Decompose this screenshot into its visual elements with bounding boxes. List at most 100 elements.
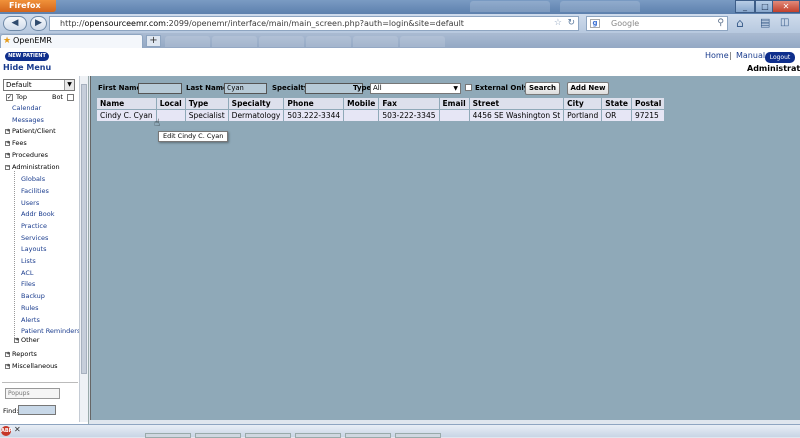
- tree-guide-line: [14, 171, 15, 338]
- sidebar-item-alerts[interactable]: Alerts: [21, 316, 40, 324]
- sidebar-item-facilities[interactable]: Facilities: [21, 187, 49, 195]
- back-button[interactable]: ◀: [3, 16, 27, 31]
- google-icon[interactable]: g: [590, 19, 600, 28]
- cell-name[interactable]: Cindy C. Cyan: [96, 109, 157, 122]
- cell-phone[interactable]: 503.222-3344: [283, 109, 345, 122]
- cell-specialty[interactable]: Dermatology: [227, 109, 285, 122]
- external-only-checkbox[interactable]: [465, 84, 472, 91]
- forward-button[interactable]: ▶: [30, 16, 47, 31]
- browser-titlebar: Firefox _ □ ✕: [0, 0, 800, 14]
- firefox-menu-button[interactable]: Firefox: [0, 0, 56, 12]
- column-header: City: [563, 97, 603, 110]
- sidebar-item-addr-book[interactable]: Addr Book: [21, 210, 55, 218]
- column-header: Phone: [283, 97, 345, 110]
- background-tab: [353, 36, 398, 47]
- reload-icon[interactable]: ↻: [567, 17, 575, 30]
- sidebar-item-administration[interactable]: Administration: [12, 163, 60, 171]
- sidebar-item-miscellaneous[interactable]: Miscellaneous: [12, 362, 58, 370]
- last-name-input[interactable]: Cyan: [224, 83, 267, 94]
- collapse-icon[interactable]: −: [5, 165, 10, 170]
- sidebar-item-globals[interactable]: Globals: [21, 175, 45, 183]
- cell-fax[interactable]: 503-222-3345: [378, 109, 440, 122]
- header-separator: |: [729, 51, 732, 60]
- bot-label: Bot: [52, 93, 63, 101]
- sidebar-item-backup[interactable]: Backup: [21, 292, 45, 300]
- close-window-button[interactable]: ✕: [772, 0, 800, 13]
- cell-type[interactable]: Specialist: [184, 109, 229, 122]
- top-checkbox[interactable]: ✓: [6, 94, 13, 101]
- expand-icon[interactable]: +: [5, 352, 10, 357]
- external-only-label: External Only: [475, 84, 529, 92]
- sidebar-item-layouts[interactable]: Layouts: [21, 245, 46, 253]
- sidebar-item-fees[interactable]: Fees: [12, 139, 27, 147]
- taskbar-segment: [245, 433, 291, 438]
- sidebar-item-reports[interactable]: Reports: [12, 350, 37, 358]
- logout-button[interactable]: Logout: [765, 52, 795, 63]
- column-header: Email: [438, 97, 470, 110]
- expand-icon[interactable]: +: [5, 153, 10, 158]
- sidebar-item-files[interactable]: Files: [21, 280, 35, 288]
- expand-icon[interactable]: +: [5, 364, 10, 369]
- column-header: Fax: [378, 97, 440, 110]
- sidebar-item-lists[interactable]: Lists: [21, 257, 36, 265]
- sidebar-item-acl[interactable]: ACL: [21, 269, 34, 277]
- url-bar[interactable]: http://opensourceemr.com:2099/openemr/in…: [49, 16, 579, 31]
- tab-openemr[interactable]: ★ OpenEMR: [0, 34, 143, 48]
- cell-street[interactable]: 4456 SE Washington St: [468, 109, 565, 122]
- url-prefix: http://: [60, 19, 85, 28]
- popups-select[interactable]: Popups: [5, 388, 60, 399]
- home-icon[interactable]: ⌂: [736, 17, 752, 30]
- cell-state[interactable]: OR: [601, 109, 632, 122]
- sidebar-item-procedures[interactable]: Procedures: [12, 151, 48, 159]
- nav-scrollbar[interactable]: [79, 76, 88, 422]
- cell-postal[interactable]: 97215: [630, 109, 666, 122]
- type-select[interactable]: All ▼: [370, 83, 461, 94]
- column-header: Name: [96, 97, 157, 110]
- nav-layout-value: Default: [6, 81, 32, 89]
- adblock-icon[interactable]: ABP: [1, 426, 12, 436]
- home-link[interactable]: Home: [705, 51, 729, 60]
- expand-icon[interactable]: +: [5, 129, 10, 134]
- sidebar-item-practice[interactable]: Practice: [21, 222, 47, 230]
- search-input[interactable]: g Google ⚲: [586, 16, 728, 31]
- cell-email[interactable]: [438, 109, 470, 122]
- chevron-down-icon: ▼: [64, 80, 74, 90]
- cell-city[interactable]: Portland: [563, 109, 603, 122]
- sidebar-item-services[interactable]: Services: [21, 234, 48, 242]
- table-row[interactable]: Cindy C. Cyan Specialist Dermatology 503…: [96, 109, 666, 122]
- first-name-input[interactable]: [138, 83, 182, 94]
- bookmarks-icon[interactable]: ▤: [760, 17, 776, 30]
- hide-menu-link[interactable]: Hide Menu: [3, 63, 51, 72]
- divider: [2, 382, 78, 383]
- close-icon[interactable]: ✕: [14, 425, 21, 434]
- sidebar-item-users[interactable]: Users: [21, 199, 39, 207]
- sidebar-item-messages[interactable]: Messages: [12, 116, 44, 124]
- find-input[interactable]: [18, 405, 56, 415]
- nav-scrollbar-thumb[interactable]: [81, 84, 87, 374]
- row-tooltip: Edit Cindy C. Cyan: [158, 131, 229, 142]
- expand-icon[interactable]: +: [5, 141, 10, 146]
- bot-checkbox[interactable]: [67, 94, 74, 101]
- bookmark-star-icon[interactable]: ☆: [554, 17, 562, 30]
- addons-icon[interactable]: ◫: [780, 17, 796, 30]
- search-icon[interactable]: ⚲: [717, 17, 724, 30]
- new-tab-button[interactable]: +: [146, 35, 161, 47]
- left-nav: Default ▼ ✓ Top Bot Calendar Messages + P…: [0, 76, 89, 424]
- manual-link[interactable]: Manual: [736, 51, 765, 60]
- new-patient-button[interactable]: NEW PATIENT: [5, 52, 49, 61]
- hand-cursor-icon: ☝: [154, 118, 161, 129]
- cell-local[interactable]: [155, 109, 186, 122]
- minimize-button[interactable]: _: [735, 0, 755, 13]
- sidebar-item-rules[interactable]: Rules: [21, 304, 39, 312]
- nav-layout-select[interactable]: Default ▼: [3, 79, 75, 91]
- user-role-label: Administrator: [747, 64, 800, 73]
- cell-mobile[interactable]: [343, 109, 380, 122]
- sidebar-item-patient-reminders[interactable]: Patient Reminders: [21, 327, 80, 335]
- search-button[interactable]: Search: [525, 82, 560, 95]
- sidebar-item-patient-client[interactable]: Patient/Client: [12, 127, 56, 135]
- sidebar-item-calendar[interactable]: Calendar: [12, 104, 41, 112]
- add-new-button[interactable]: Add New: [567, 82, 609, 95]
- back-arrow-icon: ◀: [11, 18, 19, 28]
- expand-icon[interactable]: +: [14, 338, 19, 343]
- sidebar-item-other[interactable]: Other: [21, 336, 39, 344]
